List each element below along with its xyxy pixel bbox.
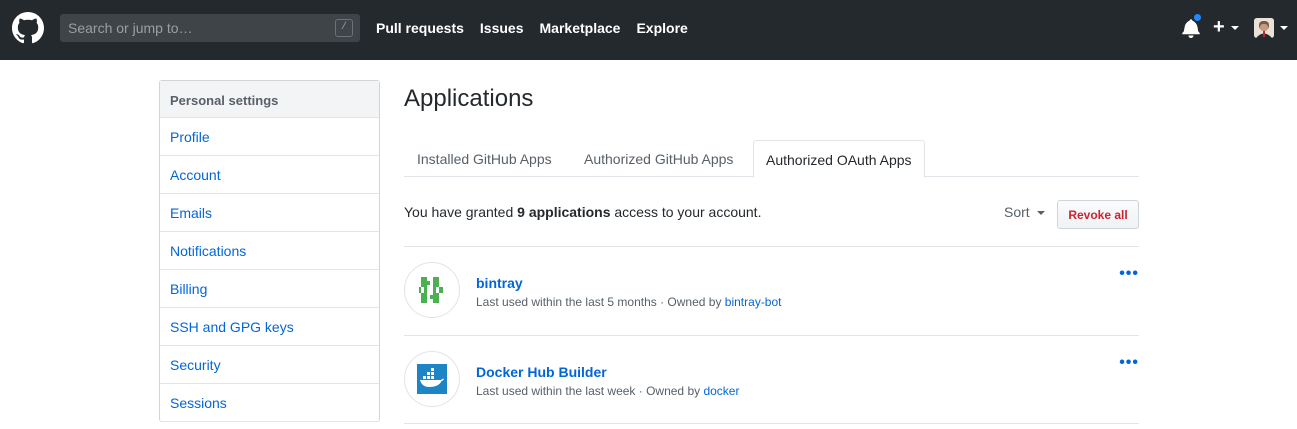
docker-icon [417, 364, 447, 394]
search-input[interactable] [60, 15, 320, 41]
user-avatar-icon [1254, 18, 1274, 38]
app-name-link[interactable]: bintray [476, 275, 523, 291]
sidebar-item-profile[interactable]: Profile [160, 118, 379, 156]
more-options-button[interactable]: ••• [1119, 266, 1139, 282]
granted-suffix: access to your account. [610, 204, 762, 220]
app-meta-text: Last used within the last 5 months · Own… [476, 295, 725, 309]
more-options-button[interactable]: ••• [1119, 355, 1139, 371]
granted-prefix: You have granted [404, 204, 518, 220]
sidebar-item-sessions[interactable]: Sessions [160, 384, 379, 422]
oauth-app-list: bintray Last used within the last 5 mont… [404, 246, 1139, 424]
sidebar-item-notifications[interactable]: Notifications [160, 232, 379, 270]
create-new-button[interactable]: + [1213, 16, 1225, 38]
applications-tabs: Installed GitHub Apps Authorized GitHub … [404, 140, 1139, 178]
sidebar-item-billing[interactable]: Billing [160, 270, 379, 308]
app-meta: Last used within the last week · Owned b… [476, 384, 739, 398]
tab-authorized-oauth-apps[interactable]: Authorized OAuth Apps [753, 140, 925, 178]
granted-summary: You have granted 9 applications access t… [404, 204, 761, 220]
top-header: / Pull requests Issues Marketplace Explo… [0, 0, 1297, 60]
bintray-icon [419, 277, 443, 303]
sidebar-heading: Personal settings [160, 81, 379, 118]
list-item: bintray Last used within the last 5 mont… [404, 246, 1139, 335]
top-nav: Pull requests Issues Marketplace Explore [376, 19, 704, 37]
chevron-down-icon[interactable] [1231, 26, 1239, 30]
chevron-down-icon[interactable] [1280, 26, 1288, 30]
page-title: Applications [404, 85, 534, 112]
sidebar-item-account[interactable]: Account [160, 156, 379, 194]
sort-dropdown[interactable]: Sort [1004, 204, 1045, 220]
notification-unread-indicator [1193, 13, 1202, 22]
nav-issues[interactable]: Issues [480, 19, 524, 37]
app-meta-text: Last used within the last week · Owned b… [476, 384, 704, 398]
nav-marketplace[interactable]: Marketplace [540, 19, 621, 37]
tab-installed-github-apps[interactable]: Installed GitHub Apps [405, 140, 564, 177]
search-box: / [60, 14, 360, 42]
docker-logo-icon [404, 351, 460, 407]
chevron-down-icon [1036, 211, 1045, 216]
github-logo-icon[interactable] [12, 12, 44, 44]
bintray-logo-icon [404, 262, 460, 318]
sidebar-item-emails[interactable]: Emails [160, 194, 379, 232]
app-meta: Last used within the last 5 months · Own… [476, 295, 782, 309]
tab-authorized-github-apps[interactable]: Authorized GitHub Apps [572, 140, 745, 177]
app-owner-link[interactable]: docker [703, 384, 739, 398]
list-item: Docker Hub Builder Last used within the … [404, 335, 1139, 424]
revoke-all-button[interactable]: Revoke all [1057, 200, 1139, 229]
search-shortcut-key: / [335, 19, 353, 37]
nav-pull-requests[interactable]: Pull requests [376, 19, 464, 37]
sidebar-item-security[interactable]: Security [160, 346, 379, 384]
granted-count: 9 applications [517, 204, 611, 220]
app-name-link[interactable]: Docker Hub Builder [476, 364, 607, 380]
sort-label: Sort [1004, 204, 1030, 220]
sidebar-item-ssh-gpg-keys[interactable]: SSH and GPG keys [160, 308, 379, 346]
settings-sidebar: Personal settings Profile Account Emails… [159, 80, 380, 422]
avatar[interactable] [1254, 18, 1274, 38]
nav-explore[interactable]: Explore [636, 19, 687, 37]
app-owner-link[interactable]: bintray-bot [725, 295, 782, 309]
